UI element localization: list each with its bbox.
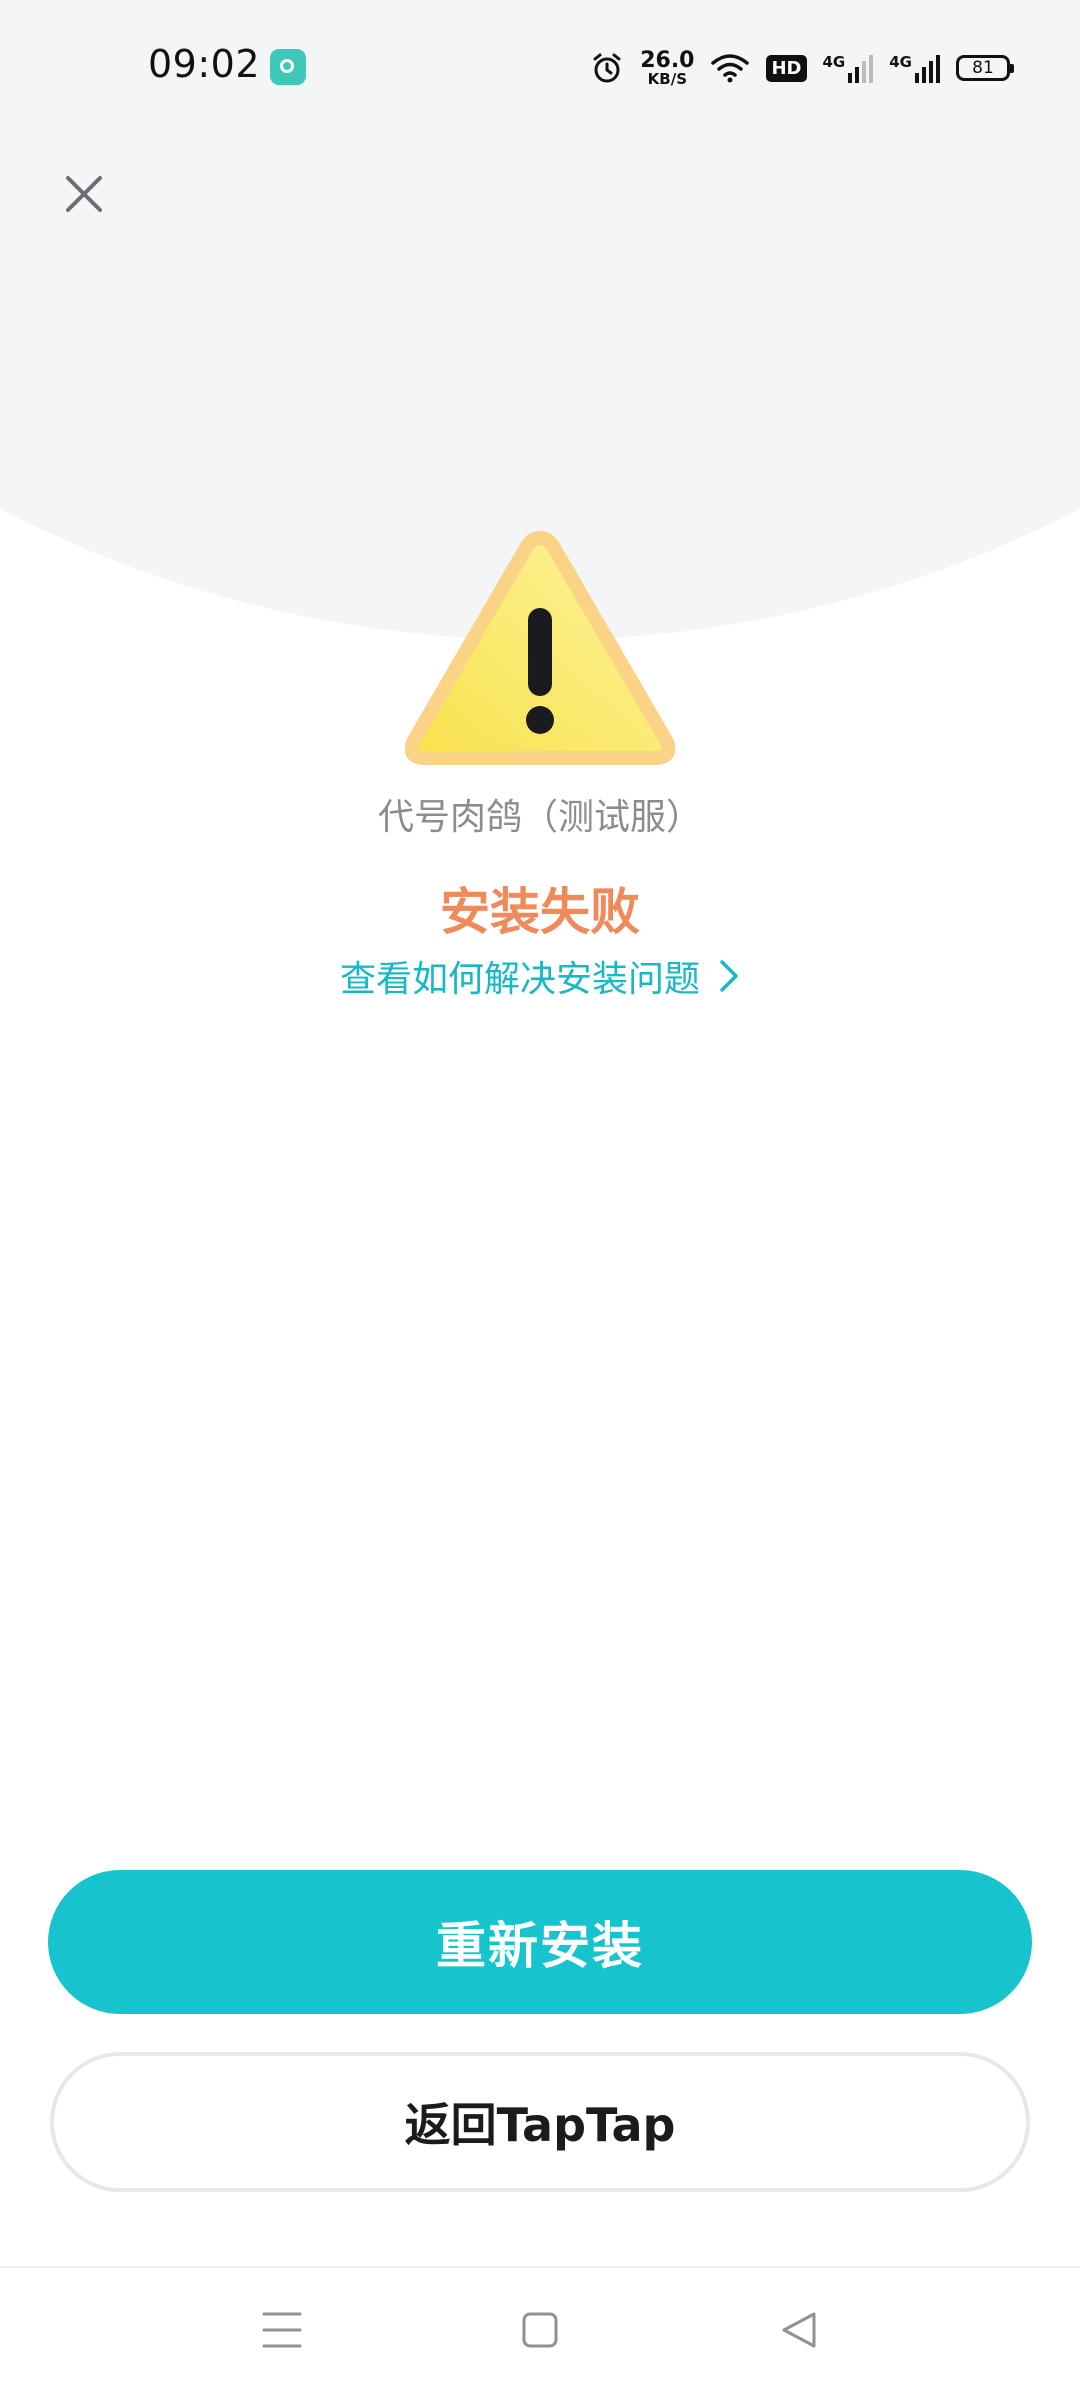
install-help-link-label: 查看如何解决安装问题	[339, 959, 700, 1000]
battery-indicator: 81	[956, 55, 1014, 81]
signal-1: 4G	[823, 53, 874, 83]
chevron-right-icon	[720, 960, 738, 992]
back-triangle-icon	[782, 2312, 816, 2348]
warning-triangle-icon	[405, 531, 675, 765]
signal-1-label: 4G	[822, 53, 846, 71]
reinstall-button[interactable]: 重新安装	[48, 1870, 1032, 2014]
nav-menu-button[interactable]	[262, 2308, 302, 2356]
status-bar: 09:02 26.0 KB/S HD 4G 4G 81	[0, 0, 1080, 130]
signal-2-label: 4G	[889, 53, 912, 71]
signal-2: 4G	[889, 53, 940, 83]
back-to-taptap-button[interactable]: 返回TapTap	[50, 2052, 1030, 2192]
alarm-icon	[593, 53, 621, 83]
close-button[interactable]	[56, 166, 112, 222]
install-status-title: 安装失败	[440, 883, 640, 941]
status-icons: 26.0 KB/S HD 4G 4G 81	[590, 44, 1014, 92]
nav-back-button[interactable]	[778, 2308, 818, 2356]
network-speed: 26.0 KB/S	[640, 47, 695, 88]
install-help-link[interactable]: 查看如何解决安装问题	[0, 950, 1080, 1002]
wifi-icon	[711, 54, 750, 83]
taptap-notification-icon	[270, 49, 306, 85]
signal-bars-icon	[848, 55, 874, 83]
signal-bars-icon	[915, 55, 940, 83]
install-failed-screen: 09:02 26.0 KB/S HD 4G 4G 81 代号肉鸽（测试服） 安装…	[0, 0, 1080, 2400]
menu-icon	[262, 2312, 302, 2348]
app-name: 代号肉鸽（测试服）	[377, 797, 702, 838]
network-speed-value: 26.0	[640, 47, 695, 73]
hd-voice-badge: HD	[766, 54, 807, 82]
status-time: 09:02	[148, 42, 261, 86]
close-icon	[66, 176, 102, 212]
network-speed-unit: KB/S	[647, 69, 688, 88]
battery-level: 81	[972, 58, 994, 78]
home-square-icon	[522, 2312, 558, 2348]
nav-home-button[interactable]	[520, 2308, 560, 2356]
system-nav-bar	[0, 2268, 1080, 2400]
